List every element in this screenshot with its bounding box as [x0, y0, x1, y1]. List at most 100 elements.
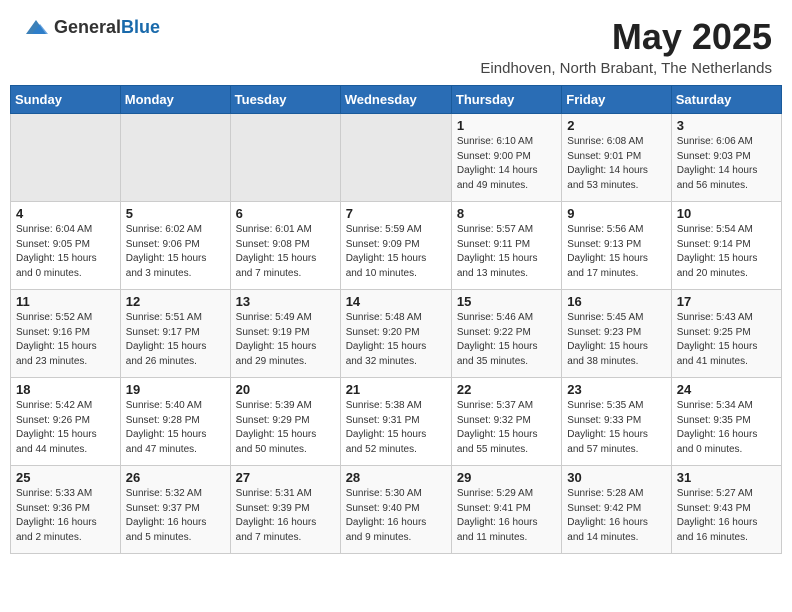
day-info: Sunrise: 5:34 AM Sunset: 9:35 PM Dayligh… [677, 399, 776, 457]
calendar-cell: 10 Sunrise: 5:54 AM Sunset: 9:14 PM Dayli… [671, 202, 781, 290]
day-number: 3 [677, 118, 776, 133]
calendar-cell: 20Sunrise: 5:39 AM Sunset: 9:29 PM Dayli… [230, 378, 340, 466]
calendar-cell: 5 Sunrise: 6:02 AM Sunset: 9:06 PM Daylig… [120, 202, 230, 290]
day-number: 6 [236, 206, 335, 221]
month-title: May 2025 [480, 16, 772, 58]
calendar-cell: 25Sunrise: 5:33 AM Sunset: 9:36 PM Dayli… [11, 466, 121, 554]
day-info: Sunrise: 5:51 AM Sunset: 9:17 PM Dayligh… [126, 311, 225, 369]
calendar-cell: 4 Sunrise: 6:04 AM Sunset: 9:05 PM Daylig… [11, 202, 121, 290]
weekday-header-tuesday: Tuesday [230, 86, 340, 114]
title-section: May 2025 Eindhoven, North Brabant, The N… [480, 16, 772, 77]
calendar-cell [11, 114, 121, 202]
day-info: Sunrise: 5:59 AM Sunset: 9:09 PM Dayligh… [346, 223, 446, 281]
day-number: 18 [16, 382, 115, 397]
day-number: 16 [567, 294, 665, 309]
day-info: Sunrise: 5:42 AM Sunset: 9:26 PM Dayligh… [16, 399, 115, 457]
day-info: Sunrise: 5:46 AM Sunset: 9:22 PM Dayligh… [457, 311, 556, 369]
day-number: 9 [567, 206, 665, 221]
calendar-cell: 16 Sunrise: 5:45 AM Sunset: 9:23 PM Dayli… [562, 290, 671, 378]
weekday-header-row: SundayMondayTuesdayWednesdayThursdayFrid… [11, 86, 782, 114]
calendar-cell: 18 Sunrise: 5:42 AM Sunset: 9:26 PM Dayli… [11, 378, 121, 466]
day-info: Sunrise: 5:54 AM Sunset: 9:14 PM Dayligh… [677, 223, 776, 281]
calendar-cell: 23 Sunrise: 5:35 AM Sunset: 9:33 PM Dayli… [562, 378, 671, 466]
calendar-cell: 1 Sunrise: 6:10 AM Sunset: 9:00 PM Daylig… [451, 114, 561, 202]
day-number: 29 [457, 470, 556, 485]
calendar-wrapper: SundayMondayTuesdayWednesdayThursdayFrid… [0, 85, 792, 564]
calendar-table: SundayMondayTuesdayWednesdayThursdayFrid… [10, 85, 782, 554]
weekday-header-wednesday: Wednesday [340, 86, 451, 114]
logo: GeneralBlue [20, 16, 160, 38]
day-info: Sunrise: 6:04 AM Sunset: 9:05 PM Dayligh… [16, 223, 115, 281]
day-number: 26 [126, 470, 225, 485]
day-info: Sunrise: 5:28 AM Sunset: 9:42 PM Dayligh… [567, 487, 665, 545]
calendar-cell: 2Sunrise: 6:08 AM Sunset: 9:01 PM Daylig… [562, 114, 671, 202]
day-number: 27 [236, 470, 335, 485]
calendar-cell [230, 114, 340, 202]
logo-general: General [54, 17, 121, 37]
calendar-cell: 17Sunrise: 5:43 AM Sunset: 9:25 PM Dayli… [671, 290, 781, 378]
day-info: Sunrise: 5:29 AM Sunset: 9:41 PM Dayligh… [457, 487, 556, 545]
location-title: Eindhoven, North Brabant, The Netherland… [480, 60, 772, 77]
calendar-cell [120, 114, 230, 202]
calendar-cell: 3 Sunrise: 6:06 AM Sunset: 9:03 PM Daylig… [671, 114, 781, 202]
calendar-cell: 26 Sunrise: 5:32 AM Sunset: 9:37 PM Dayli… [120, 466, 230, 554]
calendar-cell: 24Sunrise: 5:34 AM Sunset: 9:35 PM Dayli… [671, 378, 781, 466]
day-number: 22 [457, 382, 556, 397]
calendar-body: 1 Sunrise: 6:10 AM Sunset: 9:00 PM Daylig… [11, 114, 782, 554]
day-info: Sunrise: 5:43 AM Sunset: 9:25 PM Dayligh… [677, 311, 776, 369]
calendar-cell: 8Sunrise: 5:57 AM Sunset: 9:11 PM Daylig… [451, 202, 561, 290]
day-number: 19 [126, 382, 225, 397]
weekday-header-saturday: Saturday [671, 86, 781, 114]
logo-icon [22, 16, 50, 38]
day-info: Sunrise: 6:01 AM Sunset: 9:08 PM Dayligh… [236, 223, 335, 281]
day-info: Sunrise: 6:10 AM Sunset: 9:00 PM Dayligh… [457, 135, 556, 193]
day-info: Sunrise: 5:30 AM Sunset: 9:40 PM Dayligh… [346, 487, 446, 545]
day-info: Sunrise: 6:06 AM Sunset: 9:03 PM Dayligh… [677, 135, 776, 193]
day-number: 7 [346, 206, 446, 221]
calendar-cell: 21 Sunrise: 5:38 AM Sunset: 9:31 PM Dayli… [340, 378, 451, 466]
calendar-cell: 27 Sunrise: 5:31 AM Sunset: 9:39 PM Dayli… [230, 466, 340, 554]
calendar-cell: 11Sunrise: 5:52 AM Sunset: 9:16 PM Dayli… [11, 290, 121, 378]
day-info: Sunrise: 5:57 AM Sunset: 9:11 PM Dayligh… [457, 223, 556, 281]
day-info: Sunrise: 5:56 AM Sunset: 9:13 PM Dayligh… [567, 223, 665, 281]
day-number: 30 [567, 470, 665, 485]
calendar-cell: 30 Sunrise: 5:28 AM Sunset: 9:42 PM Dayli… [562, 466, 671, 554]
week-row-1: 1 Sunrise: 6:10 AM Sunset: 9:00 PM Daylig… [11, 114, 782, 202]
weekday-header-friday: Friday [562, 86, 671, 114]
day-number: 1 [457, 118, 556, 133]
calendar-cell: 7 Sunrise: 5:59 AM Sunset: 9:09 PM Daylig… [340, 202, 451, 290]
day-number: 5 [126, 206, 225, 221]
calendar-cell [340, 114, 451, 202]
day-number: 10 [677, 206, 776, 221]
calendar-cell: 31Sunrise: 5:27 AM Sunset: 9:43 PM Dayli… [671, 466, 781, 554]
page-header: GeneralBlue May 2025 Eindhoven, North Br… [0, 0, 792, 85]
day-number: 14 [346, 294, 446, 309]
calendar-cell: 22 Sunrise: 5:37 AM Sunset: 9:32 PM Dayli… [451, 378, 561, 466]
day-number: 21 [346, 382, 446, 397]
day-number: 4 [16, 206, 115, 221]
calendar-cell: 12 Sunrise: 5:51 AM Sunset: 9:17 PM Dayli… [120, 290, 230, 378]
week-row-4: 18 Sunrise: 5:42 AM Sunset: 9:26 PM Dayli… [11, 378, 782, 466]
day-info: Sunrise: 5:31 AM Sunset: 9:39 PM Dayligh… [236, 487, 335, 545]
calendar-cell: 13Sunrise: 5:49 AM Sunset: 9:19 PM Dayli… [230, 290, 340, 378]
calendar-cell: 6 Sunrise: 6:01 AM Sunset: 9:08 PM Daylig… [230, 202, 340, 290]
day-info: Sunrise: 5:37 AM Sunset: 9:32 PM Dayligh… [457, 399, 556, 457]
day-number: 13 [236, 294, 335, 309]
day-number: 12 [126, 294, 225, 309]
calendar-cell: 15Sunrise: 5:46 AM Sunset: 9:22 PM Dayli… [451, 290, 561, 378]
calendar-cell: 9 Sunrise: 5:56 AM Sunset: 9:13 PM Daylig… [562, 202, 671, 290]
week-row-3: 11Sunrise: 5:52 AM Sunset: 9:16 PM Dayli… [11, 290, 782, 378]
weekday-header-thursday: Thursday [451, 86, 561, 114]
day-info: Sunrise: 5:45 AM Sunset: 9:23 PM Dayligh… [567, 311, 665, 369]
day-info: Sunrise: 6:02 AM Sunset: 9:06 PM Dayligh… [126, 223, 225, 281]
day-info: Sunrise: 5:38 AM Sunset: 9:31 PM Dayligh… [346, 399, 446, 457]
calendar-header: SundayMondayTuesdayWednesdayThursdayFrid… [11, 86, 782, 114]
day-info: Sunrise: 5:32 AM Sunset: 9:37 PM Dayligh… [126, 487, 225, 545]
day-info: Sunrise: 5:35 AM Sunset: 9:33 PM Dayligh… [567, 399, 665, 457]
weekday-header-sunday: Sunday [11, 86, 121, 114]
calendar-cell: 28Sunrise: 5:30 AM Sunset: 9:40 PM Dayli… [340, 466, 451, 554]
day-number: 23 [567, 382, 665, 397]
day-info: Sunrise: 5:27 AM Sunset: 9:43 PM Dayligh… [677, 487, 776, 545]
day-number: 20 [236, 382, 335, 397]
day-number: 2 [567, 118, 665, 133]
